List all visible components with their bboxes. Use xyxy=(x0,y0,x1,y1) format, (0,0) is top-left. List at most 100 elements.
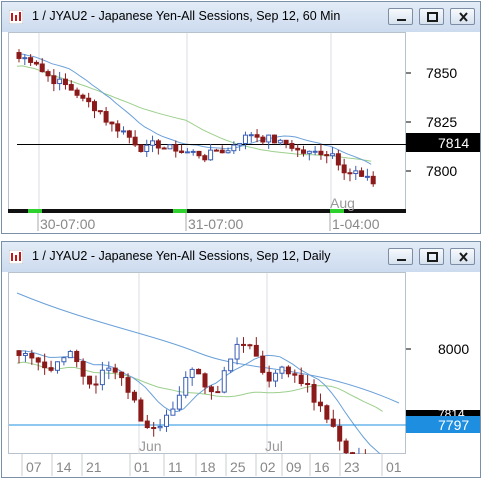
day-label: 01 xyxy=(134,459,150,475)
chart-window-60min[interactable]: 1 / JYAU2 - Japanese Yen-All Sessions, S… xyxy=(1,1,481,234)
candle-body xyxy=(87,375,93,385)
candle-body xyxy=(51,75,57,85)
maximize-button[interactable] xyxy=(419,248,444,265)
candle-body xyxy=(62,78,68,86)
candle-body xyxy=(157,425,163,429)
candle-body xyxy=(248,134,254,137)
candle-body xyxy=(370,175,376,185)
candle-body xyxy=(254,134,260,138)
price-label-8000: 8000 xyxy=(438,341,469,357)
candle-body xyxy=(39,63,45,73)
candle-body xyxy=(208,149,214,161)
candle-body xyxy=(93,383,99,386)
candle-body xyxy=(298,374,304,385)
candle-body xyxy=(202,155,208,161)
price-plot-area[interactable]: Jun Jul xyxy=(8,272,407,477)
candle-body xyxy=(22,353,28,356)
price-label-7825: 7825 xyxy=(426,114,457,130)
day-label: 02 xyxy=(260,459,276,475)
candlestick-chart-daily: Jun Jul xyxy=(9,273,407,477)
candle-body xyxy=(242,134,248,144)
day-label: 16 xyxy=(314,459,330,475)
candle-body xyxy=(219,149,225,154)
candle-body xyxy=(155,140,161,149)
day-label: 07 xyxy=(26,459,42,475)
price-plot-area[interactable] xyxy=(8,32,407,213)
day-label: 21 xyxy=(86,459,102,475)
candle-body xyxy=(97,110,103,113)
title-bar[interactable]: 1 / JYAU2 - Japanese Yen-All Sessions, S… xyxy=(2,242,480,272)
candle-body xyxy=(126,130,132,138)
candlestick-chart-60min xyxy=(16,33,407,213)
candle-body xyxy=(61,357,67,363)
chart-app-icon xyxy=(9,250,23,264)
candle-body xyxy=(225,150,231,154)
candle-body xyxy=(237,142,243,146)
candle-body xyxy=(260,136,266,143)
candle-body xyxy=(144,144,150,152)
candle-body xyxy=(161,147,167,150)
candle-body xyxy=(119,371,125,379)
candle-body xyxy=(364,175,370,178)
candle-body xyxy=(112,367,118,373)
candle-body xyxy=(231,144,237,152)
day-label: 25 xyxy=(230,459,246,475)
candle-body xyxy=(138,399,144,422)
candle-body xyxy=(35,357,41,363)
candle-body xyxy=(311,384,317,403)
candle-body xyxy=(277,139,283,144)
month-label-jun: Jun xyxy=(139,438,162,454)
price-axis[interactable]: 8000 7814 7797 xyxy=(406,272,480,454)
candle-body xyxy=(234,343,240,360)
candle-body xyxy=(150,140,156,146)
candle-body xyxy=(271,134,277,144)
candle-body xyxy=(131,391,137,401)
candle-body xyxy=(179,150,185,153)
price-axis[interactable]: 7850 7825 7800 7814 xyxy=(406,32,480,212)
last-price-tag-text: 7814 xyxy=(438,135,469,151)
candle-body xyxy=(196,368,202,375)
maximize-button[interactable] xyxy=(419,8,444,25)
day-label: 09 xyxy=(286,459,302,475)
candle-body xyxy=(247,344,253,347)
chart-app-icon xyxy=(9,10,23,24)
minimize-button[interactable] xyxy=(388,8,413,25)
candle-body xyxy=(91,101,97,112)
candle-body xyxy=(115,123,121,132)
time-axis[interactable]: 07 14 21 01 11 18 25 02 09 16 23 01 xyxy=(8,454,406,476)
day-label: 01 xyxy=(386,459,402,475)
candle-body xyxy=(183,376,189,396)
candle-body xyxy=(29,353,35,359)
close-button[interactable] xyxy=(450,8,475,25)
candle-body xyxy=(324,154,330,157)
candle-body xyxy=(144,420,150,429)
candle-body xyxy=(151,427,157,430)
candle-body xyxy=(74,89,80,96)
close-icon xyxy=(459,12,468,22)
close-button[interactable] xyxy=(450,248,475,265)
candle-body xyxy=(33,61,39,65)
chart-window-daily[interactable]: 1 / JYAU2 - Japanese Yen-All Sessions, S… xyxy=(1,241,481,478)
price-label-7800: 7800 xyxy=(426,163,457,179)
title-bar[interactable]: 1 / JYAU2 - Japanese Yen-All Sessions, S… xyxy=(2,2,480,32)
time-label-31: 31-07:00 xyxy=(188,216,243,231)
candle-body xyxy=(330,153,336,157)
candle-body xyxy=(208,386,214,393)
candle-body xyxy=(335,153,341,166)
day-label: 18 xyxy=(200,459,216,475)
candle-body xyxy=(266,134,272,143)
candle-body xyxy=(283,139,289,145)
minimize-button[interactable] xyxy=(388,248,413,265)
day-label: 14 xyxy=(56,459,72,475)
candle-body xyxy=(132,136,138,146)
candle-body xyxy=(318,150,324,156)
candle-body xyxy=(103,111,109,123)
maximize-icon xyxy=(427,252,438,262)
time-axis[interactable]: 30-07:00 31-07:00 Aug 1-04:00 xyxy=(8,209,406,232)
candle-body xyxy=(317,401,323,407)
candle-body xyxy=(337,425,343,442)
candle-body xyxy=(260,355,266,373)
candle-body xyxy=(292,373,298,376)
candle-body xyxy=(176,394,182,410)
candle-body xyxy=(28,57,34,63)
